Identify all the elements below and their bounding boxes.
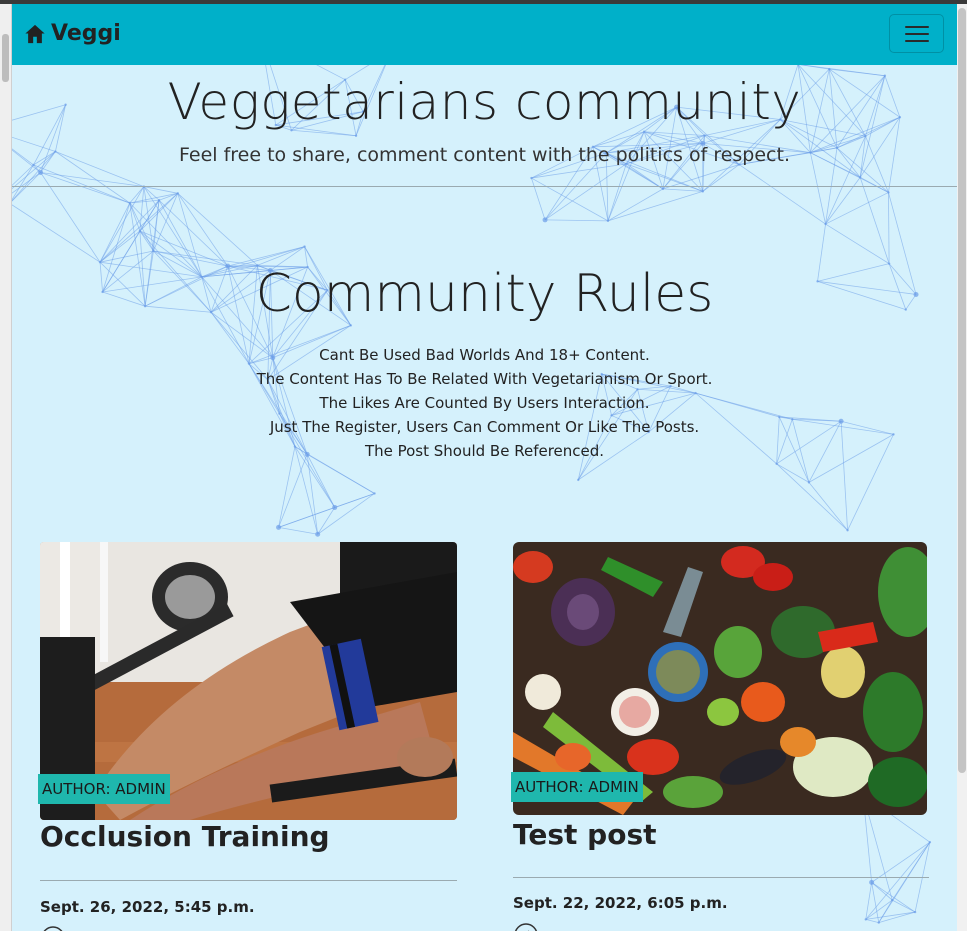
network-line [306,454,319,535]
network-line [99,202,131,263]
brand-name: Veggi [51,21,121,46]
author-badge: AUTHOR: ADMIN [511,772,643,802]
page-scrollbar[interactable] [957,4,967,931]
network-node [606,219,610,223]
network-line [317,507,336,535]
network-line [825,177,861,225]
network-line [776,463,810,483]
author-badge: AUTHOR: ADMIN [38,774,170,804]
network-line [317,493,375,535]
hamburger-line [905,40,929,42]
network-line [825,192,889,225]
network-line [278,526,318,535]
brand-link[interactable]: Veggi [24,20,121,48]
network-line [738,164,826,225]
network-node [176,192,179,195]
network-line [607,163,627,221]
navbar: Veggi [12,4,957,65]
network-line [99,193,179,263]
network-node [157,199,161,202]
network-node [807,481,811,484]
network-node [701,190,705,193]
network-node [661,187,665,191]
network-line [278,493,375,528]
network-line [776,463,848,531]
card-divider [513,877,929,878]
section-divider [12,186,957,187]
rule-item: The Likes Are Counted By Users Interacti… [319,394,650,412]
page-viewport: Veggi Veggetarians community Feel free t… [12,4,957,931]
post-date: Sept. 22, 2022, 6:05 p.m. [513,894,728,912]
network-node [530,176,533,180]
rule-item: Cant Be Used Bad Worlds And 18+ Content. [319,346,650,364]
network-line [143,186,178,194]
network-line [808,482,848,531]
network-node [373,492,376,495]
left-scrollbar-thumb[interactable] [2,34,9,82]
network-line [12,172,41,194]
post-title[interactable]: Test post [513,816,657,854]
card-divider [40,880,457,881]
network-line [129,202,141,232]
network-node [928,840,932,844]
page-scrollbar-thumb[interactable] [958,8,966,773]
rule-item: The Post Should Be Referenced. [364,442,605,460]
network-node [887,191,890,194]
page-title: Veggetarians community [167,73,802,131]
network-line [40,172,130,204]
network-line [12,204,101,263]
rule-item: The Content Has To Be Related With Veget… [256,370,713,388]
rules-list: Cant Be Used Bad Worlds And 18+ Content.… [12,343,957,463]
network-line [607,188,664,222]
network-node [315,531,321,537]
rules-heading: Community Rules [255,264,714,324]
network-node [824,222,827,226]
network-node [846,529,849,532]
network-node [577,478,580,482]
post-date: Sept. 26, 2022, 5:45 p.m. [40,898,255,916]
page-subtitle: Feel free to share, comment content with… [179,144,790,166]
network-node [858,176,862,179]
network-node [128,201,131,205]
network-node [276,524,282,530]
network-line [129,199,160,204]
network-line [888,192,890,264]
network-line [545,219,608,222]
rule-item: Just The Register, Users Can Comment Or … [269,418,700,436]
network-node [303,245,306,248]
network-line [278,454,308,528]
network-line [544,163,627,221]
post-card[interactable]: AUTHOR: ADMIN Test post Sept. 22, 2022, … [511,542,929,931]
like-icon[interactable] [40,925,66,931]
hamburger-line [905,33,929,35]
post-card[interactable]: AUTHOR: ADMIN Occlusion Training Sept. 2… [38,542,457,931]
network-line [607,190,703,222]
like-icon[interactable] [513,922,539,931]
hamburger-menu-icon [905,26,929,28]
home-icon [25,24,45,44]
navbar-toggler-button[interactable] [889,14,944,53]
network-line [40,172,144,187]
left-scrollbar[interactable] [0,4,12,931]
post-title[interactable]: Occlusion Training [40,818,330,856]
network-line [825,223,890,264]
network-node [542,217,548,223]
